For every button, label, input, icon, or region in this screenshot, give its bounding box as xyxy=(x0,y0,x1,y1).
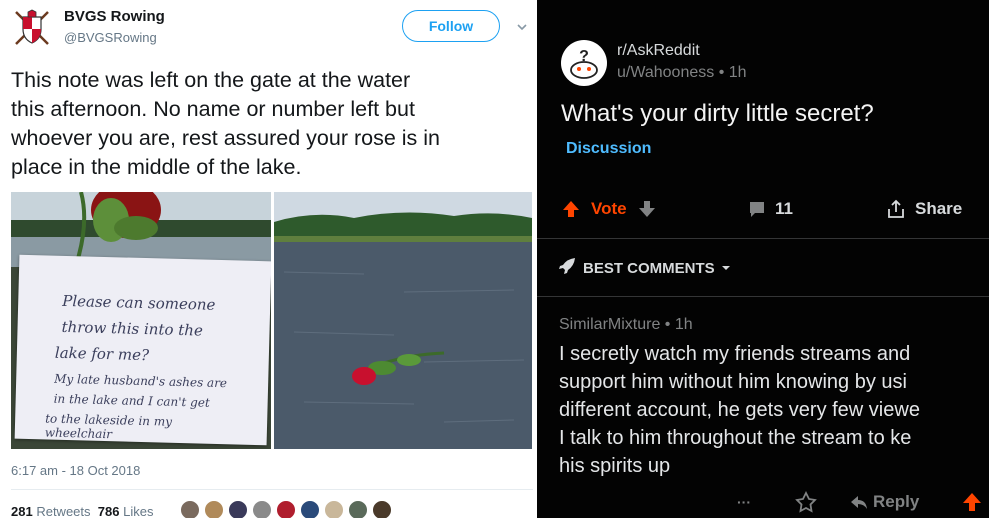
note-line: throw this into the xyxy=(61,317,204,340)
post-author[interactable]: u/Wahooness xyxy=(617,64,714,81)
comment-icon xyxy=(747,199,767,219)
note-line: lake for me? xyxy=(54,343,150,365)
follow-button[interactable]: Follow xyxy=(402,10,500,42)
post-meta: u/Wahooness • 1h xyxy=(617,64,747,81)
arrow-down-icon[interactable] xyxy=(637,199,657,219)
comment-author[interactable]: SimilarMixture xyxy=(559,316,660,333)
vote-label: Vote xyxy=(591,199,627,218)
tweet-text-line: This note was left on the gate at the wa… xyxy=(11,68,411,92)
reply-icon xyxy=(849,492,869,512)
share-label: Share xyxy=(915,199,963,218)
comment-line: I secretly watch my friends streams and xyxy=(559,343,911,365)
comment-line: support him without him knowing by usi xyxy=(559,371,907,393)
avatar[interactable] xyxy=(180,500,200,518)
reply-label: Reply xyxy=(873,492,920,511)
avatar[interactable] xyxy=(348,500,368,518)
reddit-post: ? r/AskReddit u/Wahooness • 1h What's yo… xyxy=(537,0,989,518)
share-button[interactable]: Share xyxy=(885,195,962,223)
avatar[interactable] xyxy=(252,500,272,518)
comment-count: 11 xyxy=(775,199,793,218)
divider xyxy=(537,238,989,239)
tweet-text-line: this afternoon. No name or number left b… xyxy=(11,97,415,121)
divider xyxy=(11,489,533,490)
handwritten-note: Please can someone throw this into the l… xyxy=(14,254,271,446)
comment-line: different account, he gets very few view… xyxy=(559,399,920,421)
post-action-bar: Vote 11 Share xyxy=(537,195,989,223)
tweet-stats: 281 Retweets 786 Likes xyxy=(11,504,153,518)
award-icon[interactable] xyxy=(795,488,817,516)
vote-control: Vote xyxy=(561,195,657,223)
comment-meta: SimilarMixture • 1h xyxy=(559,316,693,333)
retweets-count[interactable]: 281 xyxy=(11,504,33,518)
tweet-text-line: whoever you are, rest assured your rose … xyxy=(11,126,441,150)
note-line: wheelchair xyxy=(44,425,113,442)
comment-line: his spirits up xyxy=(559,455,671,477)
rocket-icon xyxy=(557,256,577,280)
note-line: My late husband's ashes are xyxy=(54,371,228,391)
likes-count[interactable]: 786 xyxy=(98,504,120,518)
likes-label[interactable]: Likes xyxy=(123,504,153,518)
sort-dropdown[interactable]: BEST COMMENTS xyxy=(557,256,731,280)
chevron-down-icon xyxy=(721,260,731,277)
chevron-down-icon[interactable] xyxy=(515,20,529,34)
share-icon xyxy=(885,198,907,220)
tweet-card: BVGS Rowing @BVGSRowing Follow This note… xyxy=(0,0,537,518)
avatar[interactable] xyxy=(372,500,392,518)
account-handle[interactable]: @BVGSRowing xyxy=(64,30,157,45)
avatar[interactable] xyxy=(324,500,344,518)
divider xyxy=(537,296,989,297)
post-age: 1h xyxy=(728,64,747,81)
tweet-text-line: place in the middle of the lake. xyxy=(11,155,302,179)
subreddit-name[interactable]: r/AskReddit xyxy=(617,42,700,60)
post-flair[interactable]: Discussion xyxy=(566,140,651,158)
comments-button[interactable]: 11 xyxy=(747,195,793,223)
comment-body: I secretly watch my friends streams and … xyxy=(559,340,989,480)
subreddit-avatar[interactable]: ? xyxy=(561,40,607,86)
arrow-up-icon[interactable] xyxy=(961,488,983,516)
reply-button[interactable]: Reply xyxy=(849,488,919,516)
comment-age: 1h xyxy=(674,316,693,333)
arrow-up-icon[interactable] xyxy=(561,199,581,219)
tweet-text: This note was left on the gate at the wa… xyxy=(11,66,533,182)
comment-action-bar: ··· Reply xyxy=(537,488,989,516)
retweets-label[interactable]: Retweets xyxy=(36,504,90,518)
crest-icon[interactable] xyxy=(12,8,52,48)
comment-line: I talk to him throughout the stream to k… xyxy=(559,427,912,449)
svg-text:?: ? xyxy=(579,48,589,65)
note-line: Please can someone xyxy=(62,291,216,314)
avatar[interactable] xyxy=(204,500,224,518)
note-line: in the lake and I can't get xyxy=(53,391,210,410)
note-photo[interactable]: Please can someone throw this into the l… xyxy=(11,192,271,449)
account-name[interactable]: BVGS Rowing xyxy=(64,8,165,25)
avatar[interactable] xyxy=(276,500,296,518)
post-title[interactable]: What's your dirty little secret? xyxy=(561,100,874,128)
more-options-button[interactable]: ··· xyxy=(737,488,751,516)
avatar[interactable] xyxy=(228,500,248,518)
lake-photo[interactable] xyxy=(274,192,532,449)
avatar[interactable] xyxy=(300,500,320,518)
tweet-timestamp[interactable]: 6:17 am - 18 Oct 2018 xyxy=(11,463,140,478)
sort-label: BEST COMMENTS xyxy=(583,259,715,277)
